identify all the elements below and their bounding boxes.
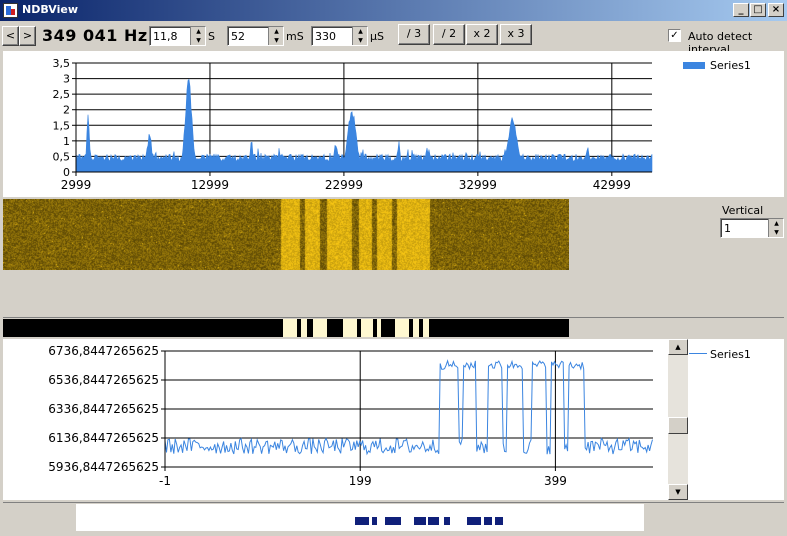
scroll-thumb[interactable]: [668, 417, 688, 434]
y-tick-label: 6536,8447265625: [48, 373, 159, 387]
y-tick-label: 6336,8447265625: [48, 402, 159, 416]
code-mark: [385, 517, 401, 525]
separator: [3, 502, 784, 503]
y-tick-label: 5936,8447265625: [48, 460, 159, 474]
code-mark: [467, 517, 481, 525]
code-strip: [76, 504, 644, 531]
x-tick-label: -1: [159, 474, 171, 488]
legend-line: [689, 353, 707, 354]
x-tick-label: 199: [349, 474, 372, 488]
signal-line: [164, 359, 653, 456]
code-mark: [444, 517, 450, 525]
scroll-down-icon[interactable]: ▼: [668, 484, 688, 500]
code-mark: [495, 517, 503, 525]
code-mark: [414, 517, 426, 525]
scroll-up-icon[interactable]: ▲: [668, 339, 688, 355]
code-mark: [355, 517, 369, 525]
signal-scrollbar[interactable]: ▲ ▼: [668, 339, 688, 500]
y-tick-label: 6136,8447265625: [48, 431, 159, 445]
code-mark: [484, 517, 492, 525]
code-mark: [428, 517, 439, 525]
y-tick-label: 6736,8447265625: [48, 344, 159, 358]
legend-label: Series1: [710, 348, 751, 361]
code-mark: [372, 517, 377, 525]
x-tick-label: 399: [544, 474, 567, 488]
